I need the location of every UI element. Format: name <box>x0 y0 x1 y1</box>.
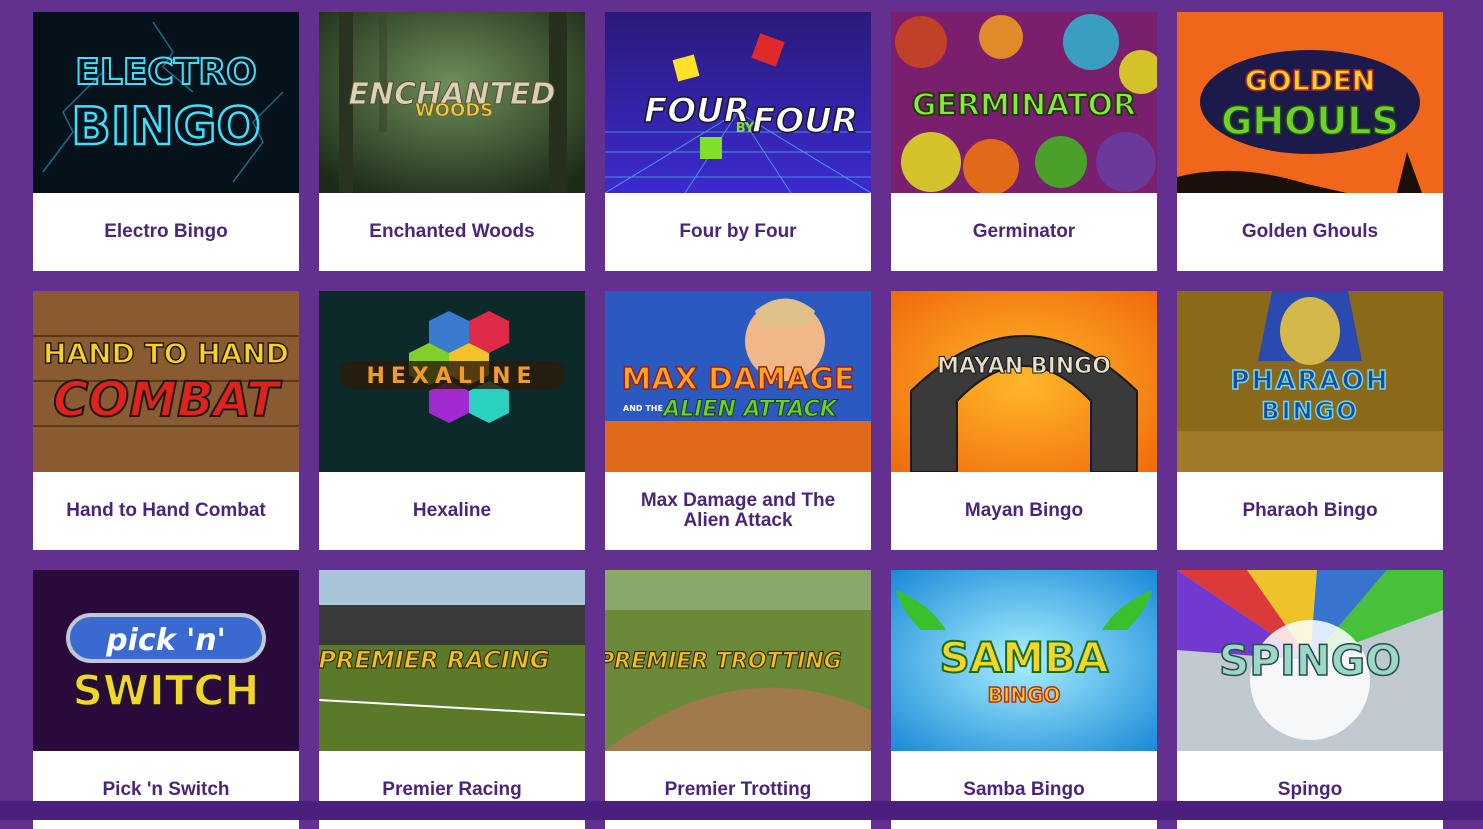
game-thumbnail-max-damage[interactable]: MAX DAMAGE AND THE ALIEN ATTACK <box>605 291 871 472</box>
game-title[interactable]: Germinator <box>891 193 1157 271</box>
game-card-golden-ghouls[interactable]: GOLDEN GHOULS Golden Ghouls <box>1177 12 1443 271</box>
game-title[interactable]: Enchanted Woods <box>319 193 585 271</box>
svg-text:MAX DAMAGE: MAX DAMAGE <box>622 362 855 397</box>
game-title[interactable]: Electro Bingo <box>33 193 299 271</box>
max-damage-artwork: MAX DAMAGE AND THE ALIEN ATTACK <box>605 291 871 472</box>
electro-bingo-artwork: ELECTRO BINGO <box>33 12 299 193</box>
svg-text:WOODS: WOODS <box>415 100 493 121</box>
game-card-mayan-bingo[interactable]: MAYAN BINGO Mayan Bingo <box>891 291 1157 550</box>
germinator-artwork: GERMINATOR <box>891 12 1157 193</box>
svg-text:FOUR: FOUR <box>752 101 858 141</box>
game-card-hexaline[interactable]: HEXALINE Hexaline <box>319 291 585 550</box>
enchanted-woods-artwork: ENCHANTED WOODS <box>319 12 585 193</box>
svg-text:HEXALINE: HEXALINE <box>366 364 537 389</box>
game-thumbnail-spingo[interactable]: SPINGO <box>1177 570 1443 751</box>
game-thumbnail-golden-ghouls[interactable]: GOLDEN GHOULS <box>1177 12 1443 193</box>
samba-bingo-artwork: SAMBA BINGO <box>891 570 1157 751</box>
game-thumbnail-pharaoh-bingo[interactable]: PHARAOH BINGO <box>1177 291 1443 472</box>
game-grid: ELECTRO BINGO Electro Bingo ENCHANTED WO… <box>33 12 1443 829</box>
game-thumbnail-premier-racing[interactable]: PREMIER RACING <box>319 570 585 751</box>
hexaline-artwork: HEXALINE <box>319 291 585 472</box>
svg-text:BINGO: BINGO <box>988 683 1061 707</box>
svg-text:PHARAOH: PHARAOH <box>1231 366 1390 396</box>
game-card-max-damage[interactable]: MAX DAMAGE AND THE ALIEN ATTACK Max Dama… <box>605 291 871 550</box>
svg-text:FOUR: FOUR <box>644 91 750 131</box>
pick-n-switch-artwork: pick 'n' SWITCH <box>33 570 299 751</box>
game-thumbnail-four-by-four[interactable]: FOUR BY FOUR <box>605 12 871 193</box>
game-thumbnail-enchanted-woods[interactable]: ENCHANTED WOODS <box>319 12 585 193</box>
game-card-premier-racing[interactable]: PREMIER RACING Premier Racing <box>319 570 585 829</box>
game-title[interactable]: Max Damage and The Alien Attack <box>605 472 871 550</box>
game-title[interactable]: Four by Four <box>605 193 871 271</box>
svg-text:SAMBA: SAMBA <box>939 633 1109 682</box>
game-thumbnail-hand-to-hand-combat[interactable]: HAND TO HAND COMBAT <box>33 291 299 472</box>
game-card-spingo[interactable]: SPINGO Spingo <box>1177 570 1443 829</box>
svg-text:pick 'n': pick 'n' <box>105 623 226 658</box>
game-card-premier-trotting[interactable]: PREMIER TROTTING Premier Trotting <box>605 570 871 829</box>
svg-text:BINGO: BINGO <box>1261 397 1358 425</box>
game-thumbnail-electro-bingo[interactable]: ELECTRO BINGO <box>33 12 299 193</box>
svg-text:GHOULS: GHOULS <box>1221 99 1399 143</box>
svg-text:GOLDEN: GOLDEN <box>1245 64 1375 97</box>
game-card-samba-bingo[interactable]: SAMBA BINGO Samba Bingo <box>891 570 1157 829</box>
svg-text:ELECTRO: ELECTRO <box>75 52 256 93</box>
premier-trotting-artwork: PREMIER TROTTING <box>605 570 871 751</box>
svg-text:GERMINATOR: GERMINATOR <box>912 88 1136 123</box>
game-title[interactable]: Pharaoh Bingo <box>1177 472 1443 550</box>
svg-text:AND THE: AND THE <box>623 404 663 413</box>
hand-to-hand-combat-artwork: HAND TO HAND COMBAT <box>33 291 299 472</box>
game-title[interactable]: Hand to Hand Combat <box>33 472 299 550</box>
svg-text:COMBAT: COMBAT <box>53 372 282 428</box>
game-title[interactable]: Mayan Bingo <box>891 472 1157 550</box>
pharaoh-bingo-artwork: PHARAOH BINGO <box>1177 291 1443 472</box>
svg-text:BINGO: BINGO <box>71 97 260 157</box>
game-card-hand-to-hand-combat[interactable]: HAND TO HAND COMBAT Hand to Hand Combat <box>33 291 299 550</box>
golden-ghouls-artwork: GOLDEN GHOULS <box>1177 12 1443 193</box>
mayan-bingo-artwork: MAYAN BINGO <box>891 291 1157 472</box>
four-by-four-artwork: FOUR BY FOUR <box>605 12 871 193</box>
game-thumbnail-germinator[interactable]: GERMINATOR <box>891 12 1157 193</box>
premier-racing-artwork: PREMIER RACING <box>319 570 585 751</box>
game-thumbnail-premier-trotting[interactable]: PREMIER TROTTING <box>605 570 871 751</box>
svg-text:SPINGO: SPINGO <box>1219 636 1401 685</box>
svg-text:ALIEN ATTACK: ALIEN ATTACK <box>661 397 839 422</box>
game-card-germinator[interactable]: GERMINATOR Germinator <box>891 12 1157 271</box>
svg-text:HAND TO HAND: HAND TO HAND <box>43 337 289 370</box>
game-card-four-by-four[interactable]: FOUR BY FOUR Four by Four <box>605 12 871 271</box>
game-card-pick-n-switch[interactable]: pick 'n' SWITCH Pick 'n Switch <box>33 570 299 829</box>
svg-text:PREMIER TROTTING: PREMIER TROTTING <box>605 649 842 674</box>
game-thumbnail-mayan-bingo[interactable]: MAYAN BINGO <box>891 291 1157 472</box>
svg-text:MAYAN BINGO: MAYAN BINGO <box>937 354 1111 379</box>
game-card-electro-bingo[interactable]: ELECTRO BINGO Electro Bingo <box>33 12 299 271</box>
game-title[interactable]: Hexaline <box>319 472 585 550</box>
svg-text:PREMIER RACING: PREMIER RACING <box>319 646 550 674</box>
game-card-pharaoh-bingo[interactable]: PHARAOH BINGO Pharaoh Bingo <box>1177 291 1443 550</box>
game-thumbnail-hexaline[interactable]: HEXALINE <box>319 291 585 472</box>
page-bottom-bar <box>0 801 1483 820</box>
game-thumbnail-pick-n-switch[interactable]: pick 'n' SWITCH <box>33 570 299 751</box>
game-card-enchanted-woods[interactable]: ENCHANTED WOODS Enchanted Woods <box>319 12 585 271</box>
game-thumbnail-samba-bingo[interactable]: SAMBA BINGO <box>891 570 1157 751</box>
game-title[interactable]: Golden Ghouls <box>1177 193 1443 271</box>
svg-text:SWITCH: SWITCH <box>73 666 260 715</box>
spingo-artwork: SPINGO <box>1177 570 1443 751</box>
